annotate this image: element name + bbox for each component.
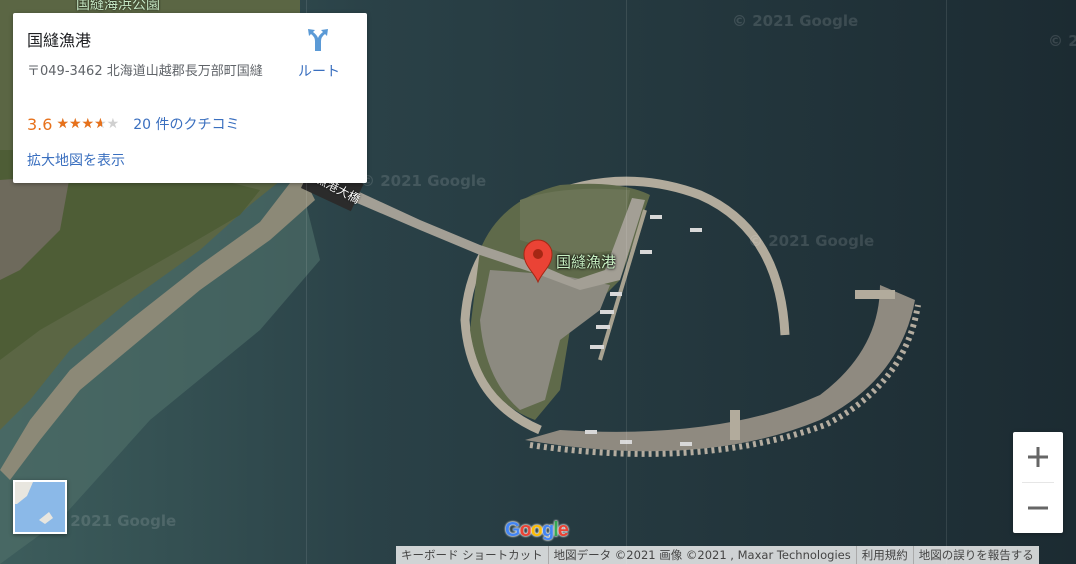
place-title: 国縫漁港 [27,31,92,50]
reviews-link[interactable]: 20 件のクチコミ [133,114,239,134]
report-error-link[interactable]: 地図の誤りを報告する [912,546,1039,564]
rating-row: 3.6 ★★★★★ ★★★★★ 20 件のクチコミ [27,114,239,134]
google-logo[interactable]: Google [505,519,569,542]
zoom-out-button[interactable] [1013,483,1063,533]
tile-seam [626,0,627,564]
map-watermark: © 2021 Google [732,12,859,30]
terms-link[interactable]: 利用規約 [855,546,913,564]
map-watermark: © 2 [1048,32,1076,50]
rating-value: 3.6 [27,114,53,134]
map-watermark: © 2021 Google [748,232,875,250]
map-thumbnail [15,482,65,532]
map-watermark: © 2021 Google [50,512,177,530]
view-larger-map-link[interactable]: 拡大地図を表示 [27,150,125,170]
directions-button[interactable]: ルート [293,27,345,81]
map-footer: キーボード ショートカット 地図データ ©2021 画像 ©2021 , Max… [396,546,1039,564]
star-rating: ★★★★★ ★★★★★ [56,115,119,133]
keyboard-shortcuts-link[interactable]: キーボード ショートカット [396,546,548,564]
place-address: 〒049-3462 北海道山越郡長万部町国縫 [27,64,263,79]
map-watermark: © 2021 Google [360,172,487,190]
zoom-in-button[interactable] [1013,432,1063,482]
zoom-control [1013,432,1063,533]
tile-seam [946,0,947,564]
map-type-toggle[interactable] [13,480,67,534]
plus-icon [1028,447,1048,467]
place-info-card: 国縫漁港 〒049-3462 北海道山越郡長万部町国縫 3.6 ★★★★★ ★★… [13,13,367,183]
directions-label: ルート [298,64,340,80]
star-icons-filled: ★★★★★ [56,116,102,132]
map-data-attribution: 地図データ ©2021 画像 ©2021 , Maxar Technologie… [547,546,856,564]
directions-icon [308,29,328,51]
park-label: 国縫海浜公園 [76,0,160,13]
minus-icon [1028,506,1048,510]
place-label[interactable]: 国縫漁港 [556,251,616,272]
